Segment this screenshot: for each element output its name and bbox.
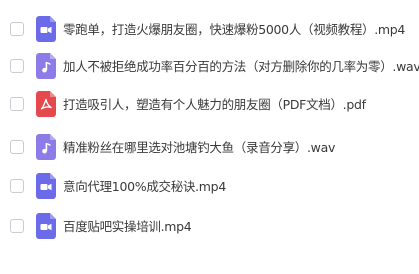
file-checkbox[interactable] bbox=[10, 22, 24, 36]
file-name[interactable]: 打造吸引人，塑造有个人魅力的朋友圈（PDF文档）.pdf bbox=[63, 90, 366, 120]
file-name[interactable]: 零跑单，打造火爆朋友圈，快速爆粉5000人（视频教程）.mp4 bbox=[63, 15, 405, 45]
file-row[interactable]: 零跑单，打造火爆朋友圈，快速爆粉5000人（视频教程）.mp4 bbox=[0, 15, 419, 45]
file-checkbox[interactable] bbox=[10, 179, 24, 193]
file-row[interactable]: 加人不被拒绝成功率百分百的方法（对方删除你的几率为零）.wav bbox=[0, 52, 419, 82]
file-row[interactable]: 精准粉丝在哪里选对池塘钓大鱼（录音分享）.wav bbox=[0, 133, 419, 163]
file-checkbox[interactable] bbox=[10, 59, 24, 73]
file-checkbox[interactable] bbox=[10, 97, 24, 111]
video-file-icon bbox=[36, 16, 56, 42]
file-row[interactable]: 意向代理100%成交秘诀.mp4 bbox=[0, 172, 419, 202]
video-file-icon bbox=[36, 173, 56, 199]
file-checkbox[interactable] bbox=[10, 219, 24, 233]
file-row[interactable]: 百度贴吧实操培训.mp4 bbox=[0, 212, 419, 242]
file-name[interactable]: 精准粉丝在哪里选对池塘钓大鱼（录音分享）.wav bbox=[63, 133, 335, 163]
file-name[interactable]: 加人不被拒绝成功率百分百的方法（对方删除你的几率为零）.wav bbox=[63, 52, 419, 82]
file-name[interactable]: 意向代理100%成交秘诀.mp4 bbox=[63, 172, 226, 202]
file-row[interactable]: 打造吸引人，塑造有个人魅力的朋友圈（PDF文档）.pdf bbox=[0, 90, 419, 120]
audio-file-icon bbox=[36, 134, 56, 160]
video-file-icon bbox=[36, 213, 56, 239]
pdf-file-icon bbox=[36, 91, 56, 117]
file-checkbox[interactable] bbox=[10, 140, 24, 154]
file-name[interactable]: 百度贴吧实操培训.mp4 bbox=[63, 212, 192, 242]
audio-file-icon bbox=[36, 53, 56, 79]
file-list: 零跑单，打造火爆朋友圈，快速爆粉5000人（视频教程）.mp4 加人不被拒绝成功… bbox=[0, 0, 419, 274]
